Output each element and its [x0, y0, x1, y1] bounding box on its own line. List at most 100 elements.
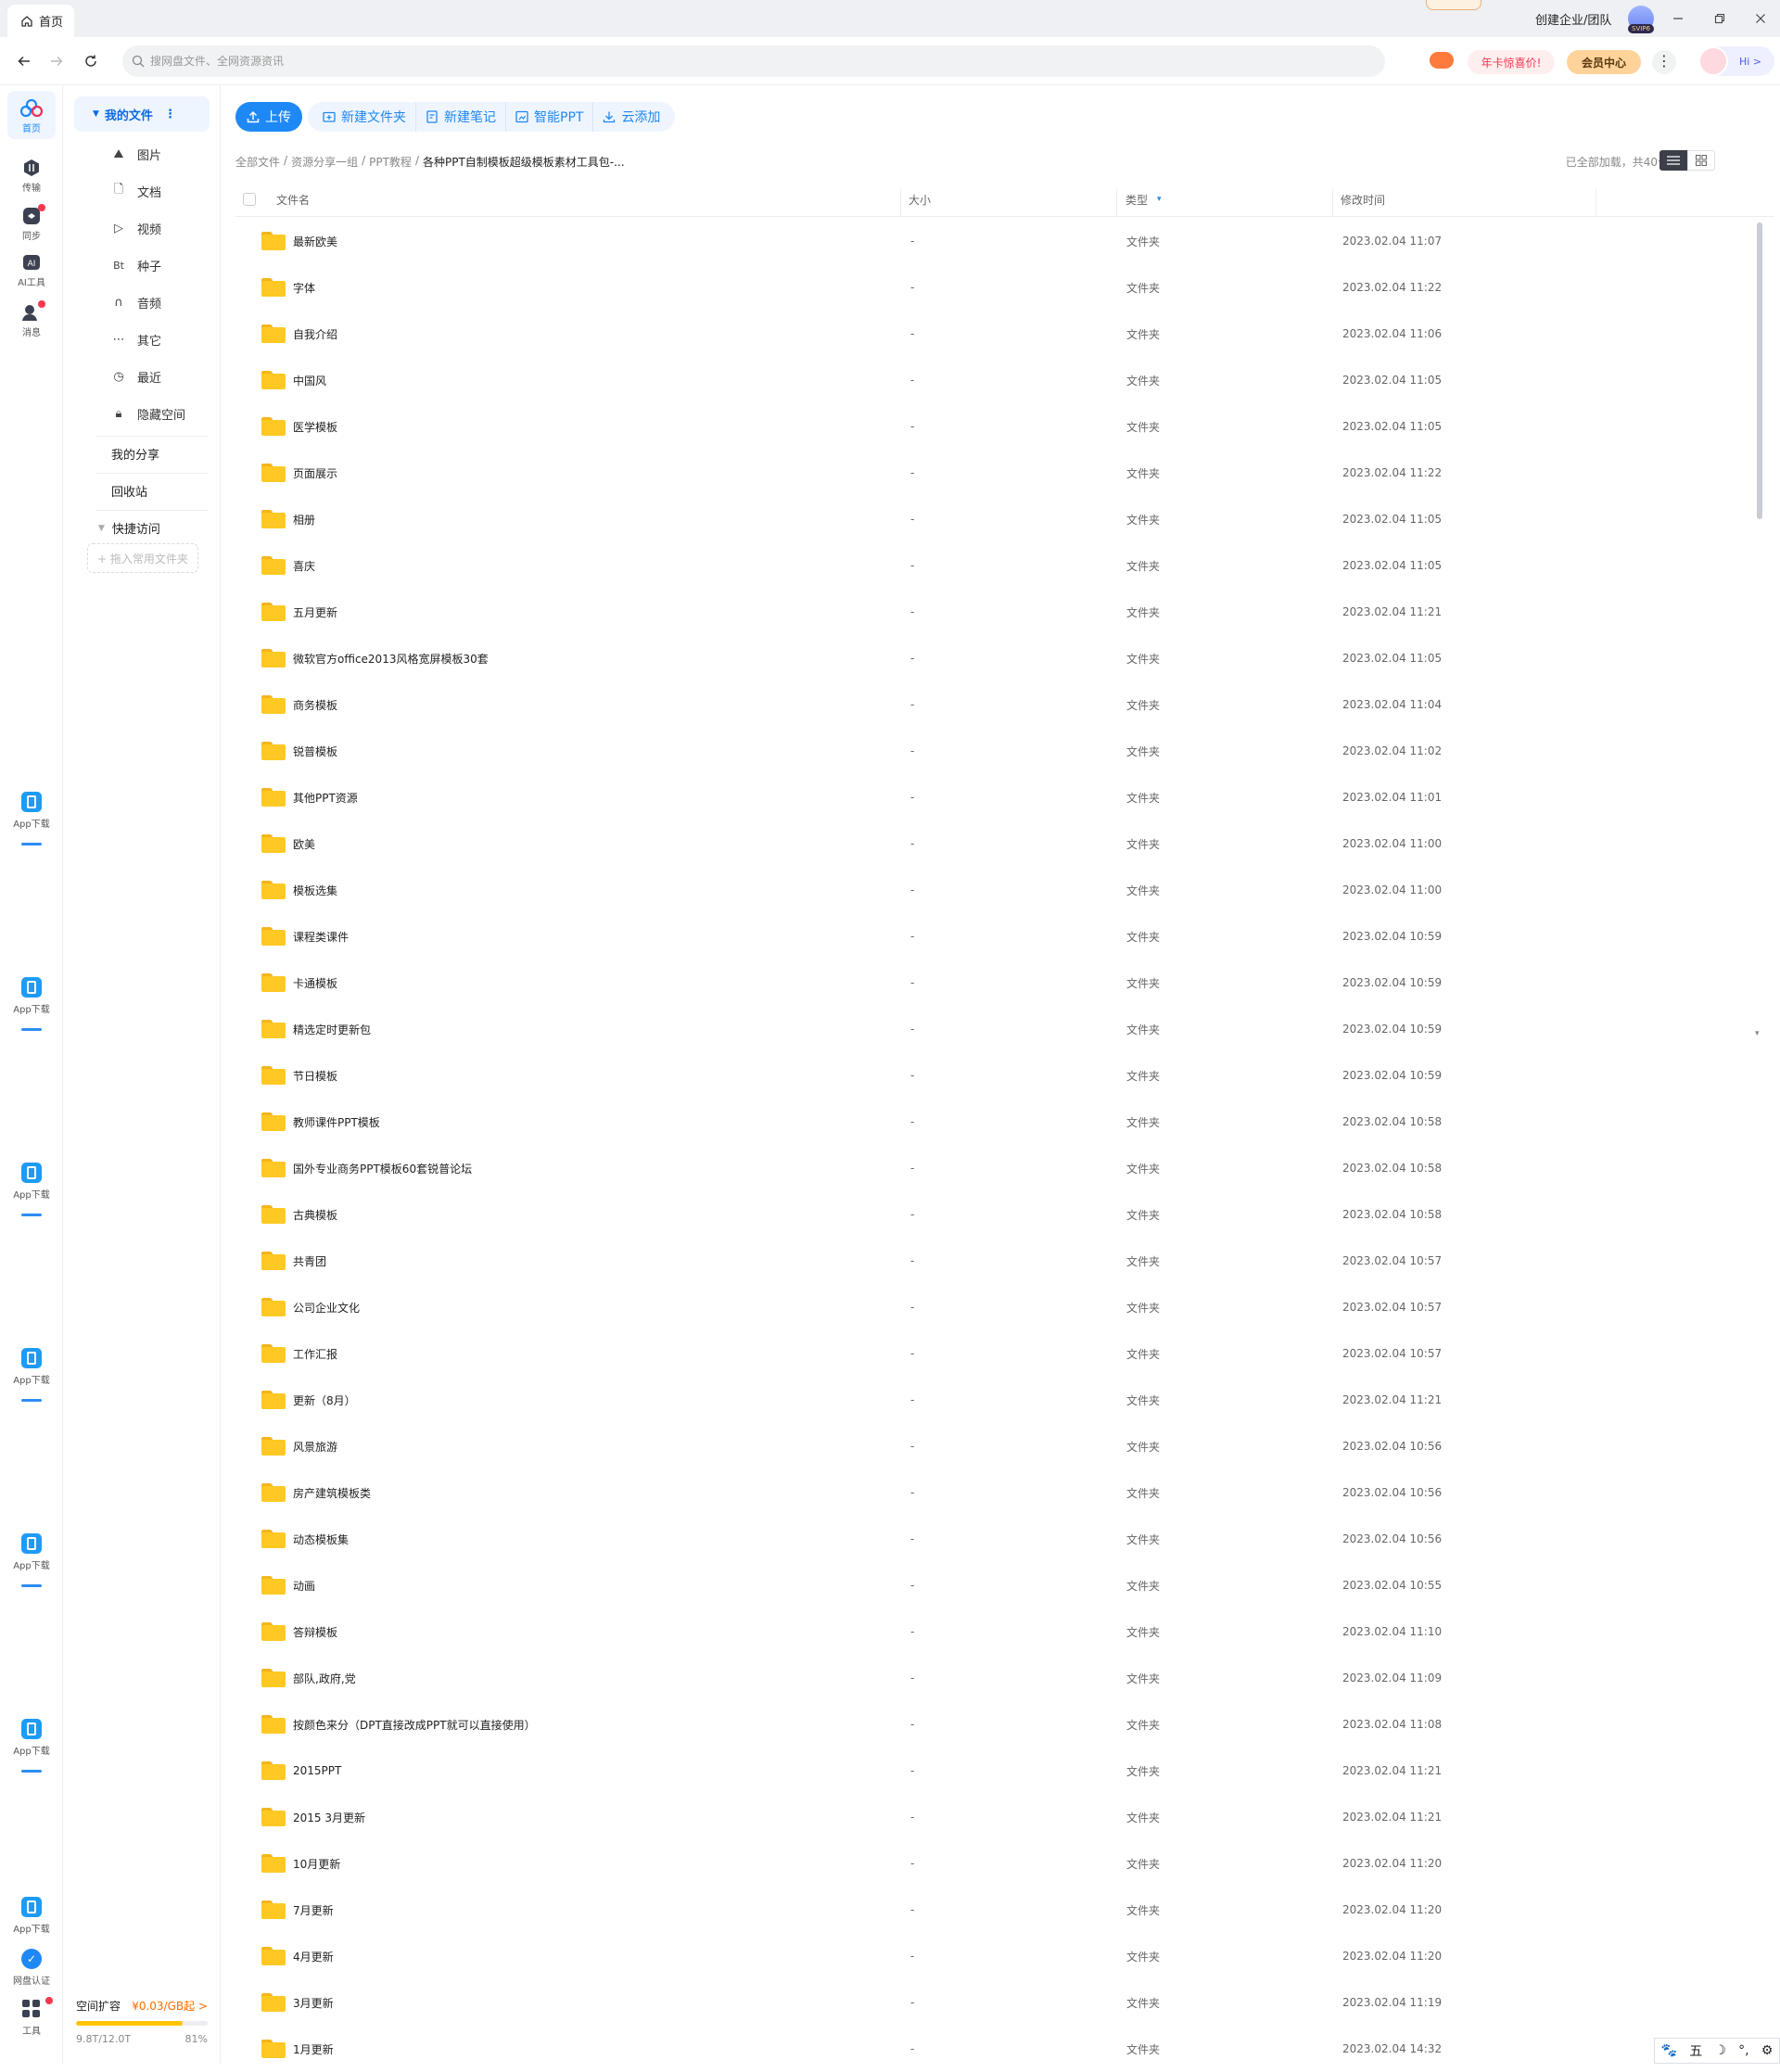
file-name[interactable]: 动画 — [293, 1562, 315, 1608]
sidebar-item-recent[interactable]: ◷ 最近 — [111, 365, 161, 388]
file-name[interactable]: 相册 — [293, 496, 315, 542]
sidebar-item-image[interactable]: ⛰ 图片 — [111, 143, 161, 165]
file-name[interactable]: 2015 3月更新 — [293, 1794, 365, 1840]
table-row[interactable]: 动态模板集 - 文件夹 2023.02.04 10:56 — [235, 1516, 1780, 1562]
table-row[interactable]: 4月更新 - 文件夹 2023.02.04 11:20 — [235, 1933, 1780, 1979]
table-row[interactable]: 1月更新 - 文件夹 2023.02.04 14:32 — [235, 2026, 1780, 2072]
sidebar-item-audio[interactable]: ∩ 音频 — [111, 291, 161, 313]
rail-app-download[interactable]: App下载 — [0, 977, 63, 1031]
rail-app-download[interactable]: App下载 — [0, 1897, 63, 1935]
more-menu-button[interactable]: ⋮ — [1652, 50, 1676, 74]
table-row[interactable]: 锐普模板 - 文件夹 2023.02.04 11:02 — [235, 728, 1780, 774]
rail-app-download[interactable]: App下载 — [0, 792, 63, 845]
file-name[interactable]: 欧美 — [293, 820, 315, 867]
ime-mode-label[interactable]: 五 — [1689, 2041, 1702, 2060]
file-name[interactable]: 国外专业商务PPT模板60套锐普论坛 — [293, 1145, 472, 1191]
table-row[interactable]: 风景旅游 - 文件夹 2023.02.04 10:56 — [235, 1423, 1780, 1469]
file-name[interactable]: 商务模板 — [293, 681, 337, 728]
file-name[interactable]: 喜庆 — [293, 542, 315, 589]
rail-app-download[interactable]: App下载 — [0, 1348, 63, 1402]
grid-view-button[interactable] — [1687, 150, 1715, 171]
file-name[interactable]: 部队,政府,党 — [293, 1655, 356, 1701]
file-name[interactable]: 答辩模板 — [293, 1608, 337, 1655]
ime-paw-icon[interactable]: 🐾 — [1661, 2043, 1677, 2058]
table-row[interactable]: 页面展示 - 文件夹 2023.02.04 11:22 — [235, 450, 1780, 496]
rail-verify[interactable]: ✓ 网盘认证 — [0, 1949, 63, 1987]
file-name[interactable]: 动态模板集 — [293, 1516, 349, 1562]
file-name[interactable]: 风景旅游 — [293, 1423, 337, 1469]
table-row[interactable]: 2015 3月更新 - 文件夹 2023.02.04 11:21 — [235, 1794, 1780, 1840]
game-icon[interactable] — [1430, 52, 1454, 69]
table-row[interactable]: 节日模板 - 文件夹 2023.02.04 10:59 — [235, 1052, 1780, 1099]
table-row[interactable]: 其他PPT资源 - 文件夹 2023.02.04 11:01 — [235, 774, 1780, 820]
table-row[interactable]: 精选定时更新包 - 文件夹 2023.02.04 10:59 — [235, 1006, 1780, 1052]
close-button[interactable] — [1749, 7, 1772, 30]
table-row[interactable]: 课程类课件 - 文件夹 2023.02.04 10:59 — [235, 913, 1780, 960]
column-header-name[interactable]: 文件名 — [276, 182, 310, 217]
sidebar-my-files[interactable]: ▼ 我的文件 ⋮ — [74, 96, 210, 132]
file-name[interactable]: 1月更新 — [293, 2026, 334, 2072]
rail-message[interactable]: 消息 — [0, 300, 63, 338]
table-row[interactable]: 字体 - 文件夹 2023.02.04 11:22 — [235, 264, 1780, 311]
restore-button[interactable] — [1709, 7, 1731, 30]
table-row[interactable]: 五月更新 - 文件夹 2023.02.04 11:21 — [235, 589, 1780, 635]
back-button[interactable] — [11, 48, 37, 74]
rail-app-download[interactable]: App下载 — [0, 1163, 63, 1216]
storage-panel[interactable]: 空间扩容 ¥0.03/GB起 > 9.8T/12.0T 81% — [76, 1998, 208, 2045]
file-name[interactable]: 其他PPT资源 — [293, 774, 358, 820]
table-row[interactable]: 微软官方office2013风格宽屏模板30套 - 文件夹 2023.02.04 11… — [235, 635, 1780, 681]
table-row[interactable]: 10月更新 - 文件夹 2023.02.04 11:20 — [235, 1840, 1780, 1887]
file-name[interactable]: 锐普模板 — [293, 728, 337, 774]
file-name[interactable]: 中国风 — [293, 357, 326, 403]
table-row[interactable]: 3月更新 - 文件夹 2023.02.04 11:19 — [235, 1979, 1780, 2026]
table-row[interactable]: 按颜色来分（DPT直接改成PPT就可以直接使用） - 文件夹 2023.02.04 1… — [235, 1701, 1780, 1748]
ime-punct-icon[interactable]: °, — [1738, 2043, 1748, 2058]
rail-app-download[interactable]: App下载 — [0, 1533, 63, 1587]
table-row[interactable]: 商务模板 - 文件夹 2023.02.04 11:04 — [235, 681, 1780, 728]
file-name[interactable]: 字体 — [293, 264, 315, 311]
file-name[interactable]: 最新欧美 — [293, 218, 337, 264]
file-name[interactable]: 10月更新 — [293, 1840, 340, 1887]
table-row[interactable]: 动画 - 文件夹 2023.02.04 10:55 — [235, 1562, 1780, 1608]
tab-home[interactable]: 首页 — [7, 5, 74, 37]
file-name[interactable]: 3月更新 — [293, 1979, 334, 2026]
file-name[interactable]: 更新（8月） — [293, 1377, 356, 1423]
breadcrumb-item[interactable]: PPT教程 — [369, 154, 412, 170]
list-view-button[interactable] — [1659, 150, 1687, 171]
search-box[interactable] — [122, 45, 1385, 77]
forward-button[interactable] — [44, 48, 70, 74]
table-row[interactable]: 国外专业商务PPT模板60套锐普论坛 - 文件夹 2023.02.04 10:58 — [235, 1145, 1780, 1191]
file-name[interactable]: 自我介绍 — [293, 311, 337, 357]
table-row[interactable]: 卡通模板 - 文件夹 2023.02.04 10:59 — [235, 960, 1780, 1006]
table-row[interactable]: 公司企业文化 - 文件夹 2023.02.04 10:57 — [235, 1284, 1780, 1330]
file-name[interactable]: 页面展示 — [293, 450, 337, 496]
table-row[interactable]: 相册 - 文件夹 2023.02.04 11:05 — [235, 496, 1780, 542]
table-row[interactable]: 共青团 - 文件夹 2023.02.04 10:57 — [235, 1238, 1780, 1284]
table-row[interactable]: 工作汇报 - 文件夹 2023.02.04 10:57 — [235, 1330, 1780, 1377]
table-row[interactable]: 欧美 - 文件夹 2023.02.04 11:00 — [235, 820, 1780, 867]
breadcrumb-item[interactable]: 全部文件 — [235, 154, 280, 170]
table-row[interactable]: 更新（8月） - 文件夹 2023.02.04 11:21 — [235, 1377, 1780, 1423]
ime-toolbar[interactable]: 🐾 五 ☽ °, ⚙ — [1654, 2038, 1780, 2064]
sidebar-item-document[interactable]: 🗋 文档 — [111, 180, 161, 202]
table-row[interactable]: 模板选集 - 文件夹 2023.02.04 11:00 — [235, 867, 1780, 913]
file-name[interactable]: 古典模板 — [293, 1191, 337, 1238]
search-input[interactable] — [150, 55, 1355, 68]
file-name[interactable]: 房产建筑模板类 — [293, 1469, 371, 1516]
file-name[interactable]: 课程类课件 — [293, 913, 349, 960]
table-row[interactable]: 2015PPT - 文件夹 2023.02.04 11:21 — [235, 1748, 1780, 1794]
table-row[interactable]: 部队,政府,党 - 文件夹 2023.02.04 11:09 — [235, 1655, 1780, 1701]
table-row[interactable]: 答辩模板 - 文件夹 2023.02.04 11:10 — [235, 1608, 1780, 1655]
table-row[interactable]: 中国风 - 文件夹 2023.02.04 11:05 — [235, 357, 1780, 403]
smart-ppt-button[interactable]: 智能PPT — [506, 102, 594, 132]
assistant-hi-button[interactable]: Hi > — [1698, 46, 1774, 76]
promo-pill[interactable] — [1426, 0, 1481, 10]
table-row[interactable]: 古典模板 - 文件夹 2023.02.04 10:58 — [235, 1191, 1780, 1238]
sidebar-my-share[interactable]: 我的分享 — [111, 445, 159, 463]
rail-sync[interactable]: 同步 — [0, 204, 63, 242]
user-avatar[interactable]: SVIP6 — [1628, 6, 1654, 33]
sidebar-item-other[interactable]: ⋯ 其它 — [111, 328, 162, 350]
table-row[interactable]: 最新欧美 - 文件夹 2023.02.04 11:07 — [235, 218, 1780, 264]
sidebar-item-hidden-space[interactable]: 🔒︎ 隐藏空间 — [111, 402, 185, 425]
file-name[interactable]: 工作汇报 — [293, 1330, 337, 1377]
